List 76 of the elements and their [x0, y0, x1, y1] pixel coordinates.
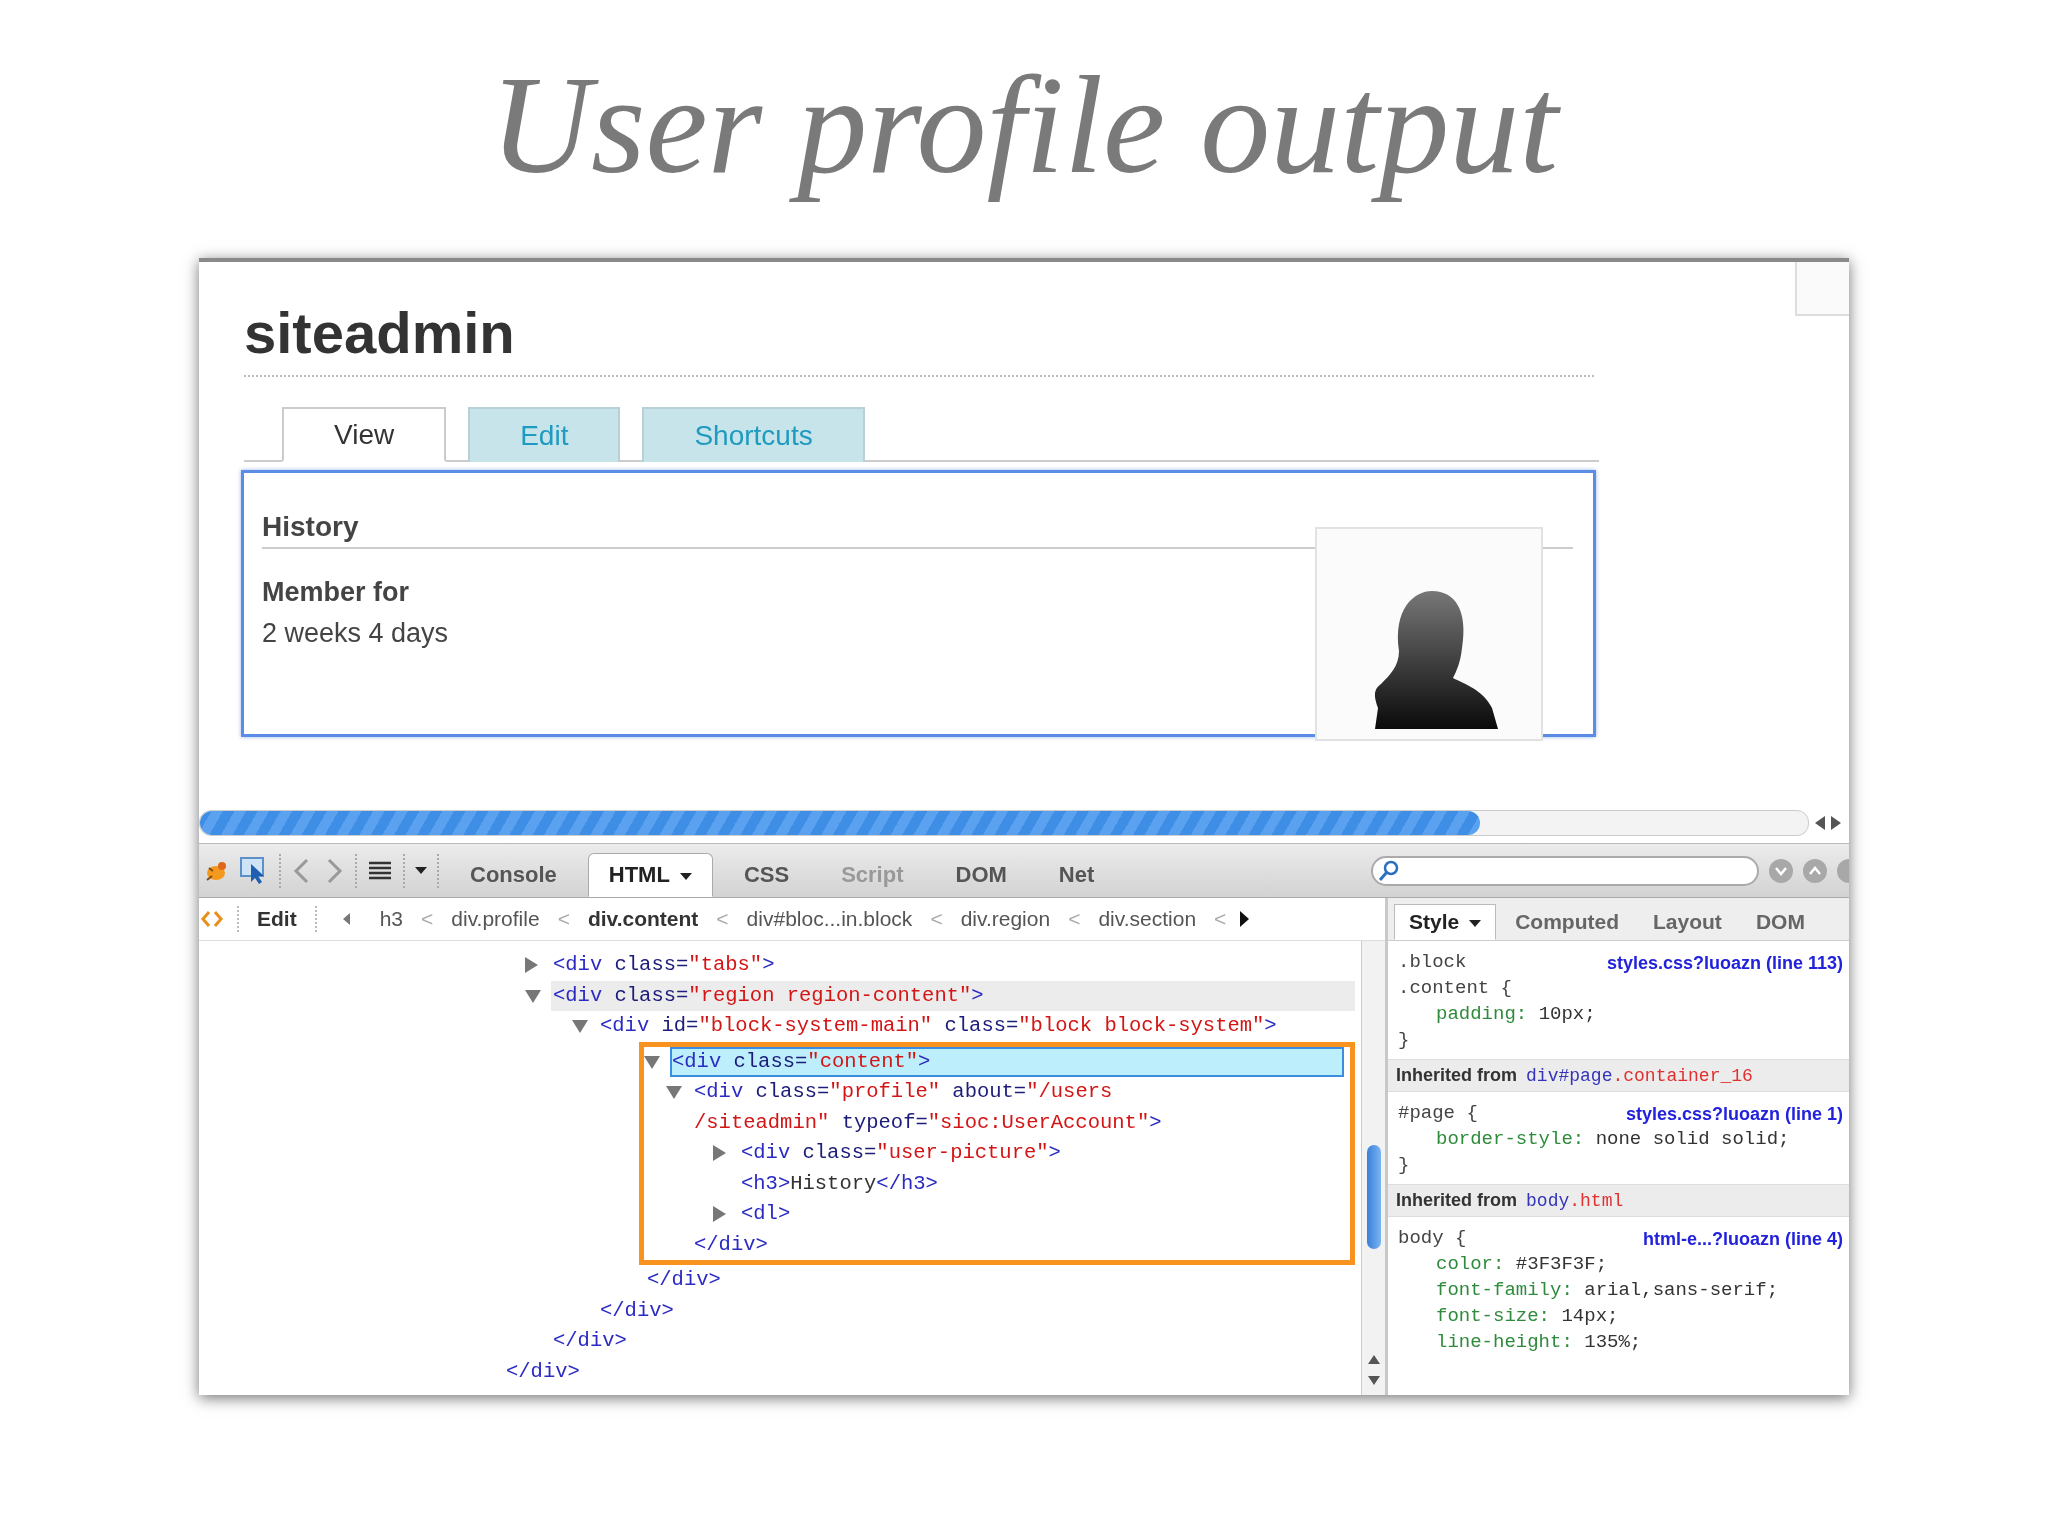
code-line[interactable]: <dl>: [739, 1199, 1344, 1230]
css-property: color: #3F3F3F;: [1435, 1252, 1609, 1277]
inherited-label: Inherited from: [1396, 1190, 1517, 1210]
scroll-left-icon[interactable]: [1815, 816, 1825, 830]
css-property: font-size: 14px;: [1435, 1304, 1620, 1329]
page-tab[interactable]: View: [282, 407, 447, 462]
source-link[interactable]: styles.css?luoazn (line 113): [1606, 953, 1843, 974]
code-line: </div>: [505, 1358, 581, 1385]
css-brace: }: [1398, 1028, 1411, 1053]
expand-triangle-icon[interactable]: [525, 957, 538, 973]
field-value: 2 weeks 4 days: [262, 618, 450, 649]
code-line: </div>: [599, 1297, 675, 1324]
code-line: </div>: [693, 1231, 769, 1258]
css-brace: }: [1398, 1153, 1411, 1178]
expand-triangle-icon[interactable]: [713, 1145, 726, 1161]
scroll-right-icon[interactable]: [1831, 816, 1841, 830]
css-property: border-style: none solid solid;: [1435, 1127, 1791, 1152]
scroll-right-icon[interactable]: [1240, 911, 1250, 927]
css-selector: .content {: [1398, 976, 1513, 1001]
breadcrumb-item[interactable]: div#bloc...in.block: [742, 907, 917, 931]
panel-tab[interactable]: HTML: [587, 853, 713, 897]
code-line[interactable]: <h3>History</h3>: [739, 1168, 1344, 1199]
page-heading: siteadmin: [244, 300, 516, 366]
side-tab[interactable]: DOM: [1740, 904, 1820, 940]
breadcrumb-item[interactable]: div.section: [1094, 907, 1201, 931]
css-property: line-height: 135%;: [1435, 1330, 1643, 1355]
caret-icon[interactable]: [415, 867, 427, 874]
breadcrumb-item[interactable]: div.region: [956, 907, 1055, 931]
code-icon: [201, 909, 223, 929]
css-property: padding: 10px;: [1435, 1002, 1597, 1027]
up-icon[interactable]: [1803, 858, 1827, 883]
breadcrumb-item[interactable]: div.content: [583, 907, 703, 931]
expand-triangle-icon[interactable]: [713, 1206, 726, 1222]
source-link[interactable]: html-e...?luoazn (line 4): [1643, 1229, 1843, 1250]
panel-tab[interactable]: Net: [1037, 853, 1116, 897]
search-field[interactable]: [1371, 855, 1759, 886]
panel-tab[interactable]: DOM: [934, 853, 1028, 897]
list-icon[interactable]: [367, 859, 393, 882]
source-link[interactable]: styles.css?luoazn (line 1): [1625, 1104, 1843, 1125]
breadcrumb-separator: <: [557, 907, 570, 931]
breadcrumb-separator: <: [421, 907, 434, 931]
css-selector: .block: [1398, 950, 1468, 975]
slide-title: User profile output: [489, 46, 1559, 204]
inherited-element[interactable]: div#page.container_16: [1526, 1066, 1753, 1086]
side-tab[interactable]: Layout: [1638, 904, 1737, 940]
side-tab[interactable]: Computed: [1500, 904, 1635, 940]
panel-tab[interactable]: Console: [449, 853, 578, 897]
code-line: </div>: [552, 1328, 628, 1354]
code-line[interactable]: <div id="block-system-main" class="block block-system">: [598, 1011, 1355, 1042]
code-line[interactable]: <div class="user-picture">: [739, 1138, 1344, 1169]
edit-button[interactable]: Edit: [253, 907, 301, 931]
search-icon: [1377, 858, 1401, 883]
css-property: font-family: arial,sans-serif;: [1435, 1278, 1780, 1303]
code-line: </div>: [646, 1267, 722, 1293]
collapse-triangle-icon[interactable]: [666, 1086, 682, 1099]
inherited-label: Inherited from: [1396, 1065, 1517, 1085]
horizontal-scrollbar[interactable]: [199, 810, 1809, 836]
breadcrumb-separator: <: [1214, 907, 1227, 931]
scroll-left-icon[interactable]: [342, 913, 350, 925]
code-line[interactable]: /siteadmin" typeof="sioc:UserAccount">: [692, 1107, 1344, 1138]
panel-tab[interactable]: CSS: [722, 853, 811, 897]
side-tab[interactable]: Style: [1394, 904, 1497, 940]
css-selector: body {: [1398, 1226, 1467, 1251]
inherited-element[interactable]: body.html: [1526, 1191, 1624, 1211]
breadcrumb-item[interactable]: div.profile: [447, 907, 544, 931]
vertical-scrollbar[interactable]: [1361, 941, 1385, 1395]
code-line[interactable]: <div class="profile" about="/users: [692, 1077, 1344, 1108]
code-line[interactable]: <div class="tabs">: [551, 950, 1355, 981]
css-selector: #page {: [1398, 1101, 1478, 1126]
down-icon[interactable]: [1769, 858, 1793, 883]
collapse-triangle-icon[interactable]: [572, 1020, 588, 1033]
breadcrumb-separator: <: [1068, 907, 1081, 931]
breadcrumb-item[interactable]: h3: [375, 907, 408, 931]
breadcrumb-separator: <: [716, 907, 729, 931]
breadcrumb-separator: <: [930, 907, 943, 931]
field-label: Member for: [262, 577, 411, 608]
